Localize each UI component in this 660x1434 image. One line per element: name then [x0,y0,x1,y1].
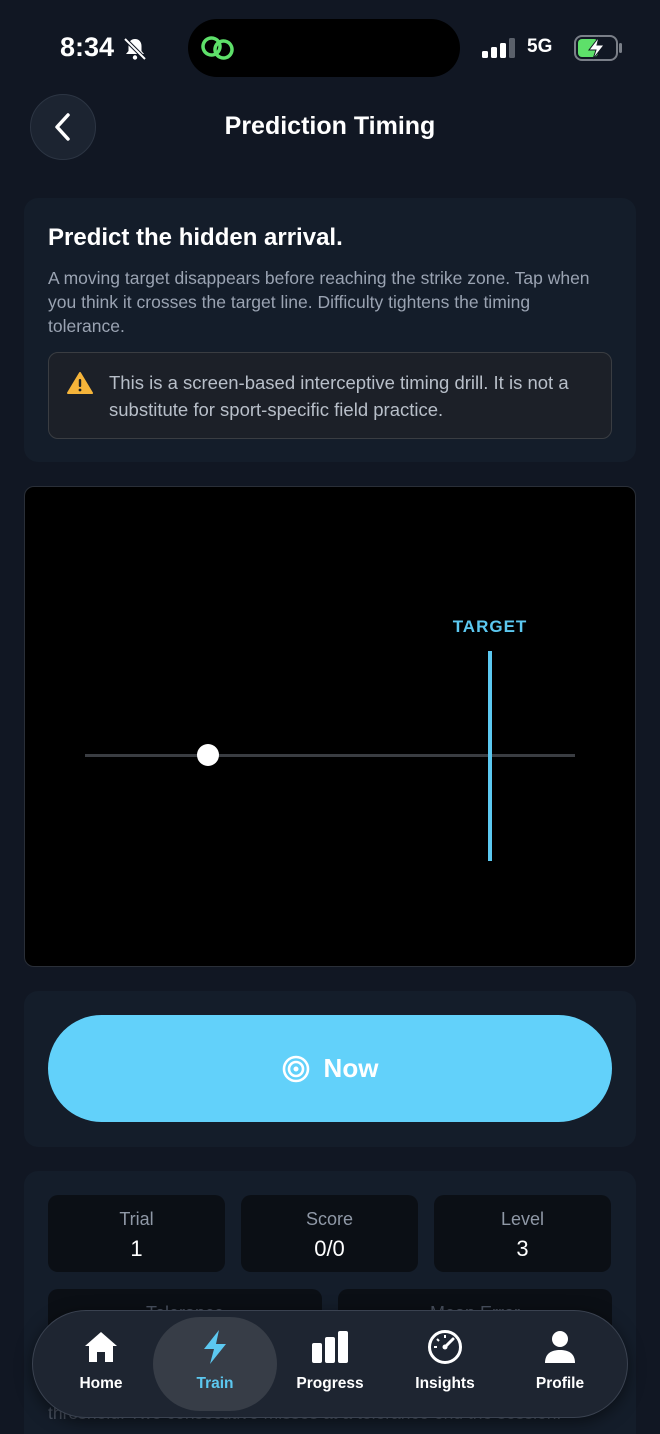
battery-charging-icon [574,35,622,61]
tab-label: Progress [296,1375,364,1392]
moving-target-dot [197,744,219,766]
tab-profile[interactable]: Profile [498,1317,622,1411]
intro-card: Predict the hidden arrival. A moving tar… [24,198,636,462]
stat-value: 0/0 [314,1236,345,1261]
disclaimer-text: This is a screen-based interceptive timi… [109,372,569,420]
gauge-icon [428,1330,462,1364]
target-line [488,651,492,861]
intro-title: Predict the hidden arrival. [48,224,343,251]
tab-home[interactable]: Home [39,1317,163,1411]
stat-label: Score [305,1209,354,1229]
tab-label: Profile [535,1375,585,1392]
drill-canvas[interactable]: TARGET [24,486,636,967]
stat-label: Level [500,1209,545,1229]
network-label: 5G [527,36,553,57]
now-button-label: Now [323,1053,379,1083]
status-bar: 8:34 5G [0,0,660,96]
disclaimer-box: This is a screen-based interceptive timi… [48,352,612,439]
tab-label: Home [79,1375,123,1392]
link-icon [201,36,234,60]
tab-label: Train [196,1375,234,1392]
signal-icon [482,38,515,58]
tab-train[interactable]: Train [153,1317,277,1411]
stat-label: Trial [119,1209,154,1229]
page-title: Prediction Timing [224,112,436,140]
target-icon [282,1055,309,1082]
stat-value: 1 [130,1236,143,1261]
stat-score: Score 0/0 [241,1195,418,1272]
warning-icon [67,372,93,394]
bar-chart-icon [312,1331,348,1363]
bell-slash-icon [123,37,147,61]
action-card: Now [24,991,636,1147]
status-time: 8:34 [60,32,115,62]
target-label: TARGET [452,617,528,636]
person-icon [545,1331,575,1363]
home-icon [85,1332,117,1362]
tab-bar: Home Train Progress Insights Profile [32,1310,628,1418]
bolt-icon [204,1330,226,1364]
tab-insights[interactable]: Insights [383,1317,507,1411]
stat-level: Level 3 [434,1195,611,1272]
stat-value: 3 [516,1236,529,1261]
tab-progress[interactable]: Progress [268,1317,392,1411]
now-button[interactable]: Now [48,1015,612,1122]
intro-description: A moving target disappears before reachi… [48,268,590,336]
stat-trial: Trial 1 [48,1195,225,1272]
tab-label: Insights [415,1375,475,1392]
motion-track [85,754,575,757]
